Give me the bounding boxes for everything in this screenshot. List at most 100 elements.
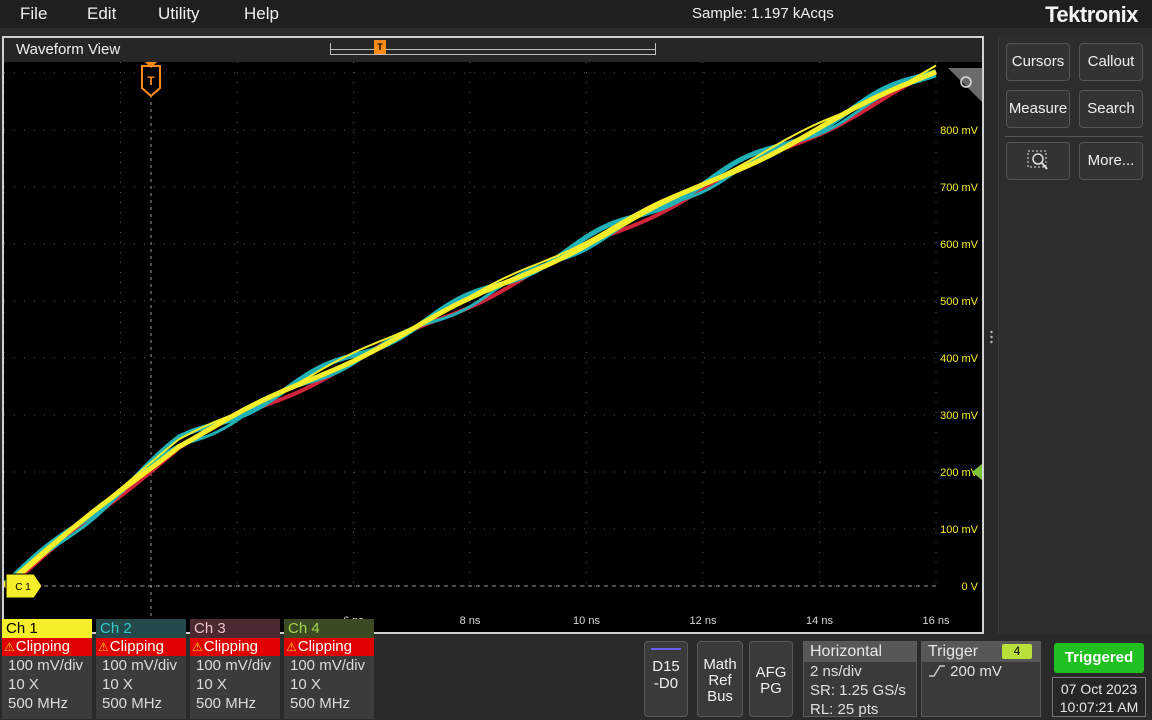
digital-label-bottom: -D0 <box>653 675 679 692</box>
channel-2-name: Ch 2 <box>96 619 186 638</box>
acquisition-status: Sample: 1.197 kAcqs <box>692 5 834 22</box>
channel-3-scale: 100 mV/div <box>196 657 272 674</box>
channel-3-probe: 10 X <box>196 676 227 693</box>
digital-indicator <box>651 648 681 650</box>
search-button[interactable]: Search <box>1079 90 1143 128</box>
channel-4-clipping: ⚠Clipping <box>284 638 374 656</box>
acquisition-state-button[interactable]: Triggered <box>1054 643 1144 673</box>
x-axis-label: 14 ns <box>806 615 833 627</box>
menu-help[interactable]: Help <box>244 4 279 24</box>
menu-file[interactable]: File <box>20 4 47 24</box>
date-label: 07 Oct 2023 <box>1060 681 1138 697</box>
brand-logo: Tektronix <box>1045 2 1138 27</box>
digital-label-top: D15 <box>652 658 680 675</box>
waveform-view[interactable]: Waveform View T T 800 mV 700 mV 600 mV 500 m… <box>2 36 984 634</box>
channel-2-badge[interactable]: Ch 2 ⚠Clipping 100 mV/div 10 X 500 MHz <box>96 619 186 719</box>
warning-icon: ⚠ <box>98 640 109 654</box>
drag-handle-icon <box>990 330 993 344</box>
side-divider <box>1005 136 1143 137</box>
channel-1-scale: 100 mV/div <box>8 657 84 674</box>
afg-pg-button[interactable]: AFG PG <box>749 641 793 717</box>
measure-button[interactable]: Measure <box>1006 90 1070 128</box>
horizontal-scale: 2 ns/div <box>810 663 862 680</box>
waveform-view-header: Waveform View T <box>4 38 982 62</box>
y-axis-label: 300 mV <box>940 410 979 422</box>
clipping-label: Clipping <box>297 638 352 655</box>
zoom-icon <box>1027 150 1048 170</box>
trigger-level-row: 200 mV <box>922 662 1040 681</box>
date-time-display[interactable]: 07 Oct 2023 10:07:21 AM <box>1052 677 1146 717</box>
waveform-view-title: Waveform View <box>16 41 121 58</box>
y-axis-label: 100 mV <box>940 524 979 536</box>
horizontal-title: Horizontal <box>804 642 916 662</box>
time-label: 10:07:21 AM <box>1059 699 1139 715</box>
channel-3-badge[interactable]: Ch 3 ⚠Clipping 100 mV/div 10 X 500 MHz <box>190 619 280 719</box>
clipping-label: Clipping <box>15 638 70 655</box>
channel-3-clipping: ⚠Clipping <box>190 638 280 656</box>
x-axis-label: 10 ns <box>573 615 600 627</box>
trigger-title: Trigger <box>928 643 979 660</box>
clipping-label: Clipping <box>203 638 258 655</box>
y-axis-label: 200 mV <box>940 467 979 479</box>
channel-2-probe: 10 X <box>102 676 133 693</box>
trigger-title-row: Trigger 4 <box>922 642 1040 662</box>
channel-4-name: Ch 4 <box>284 619 374 638</box>
trigger-level: 200 mV <box>950 663 1002 680</box>
horizontal-badge[interactable]: Horizontal 2 ns/div SR: 1.25 GS/s RL: 25… <box>803 641 917 718</box>
warning-icon: ⚠ <box>4 640 15 654</box>
callout-button[interactable]: Callout <box>1079 43 1143 81</box>
cursors-button[interactable]: Cursors <box>1006 43 1070 81</box>
channel-1-clipping: ⚠Clipping <box>2 638 92 656</box>
warning-icon: ⚠ <box>286 640 297 654</box>
sample-rate: SR: 1.25 GS/s <box>810 682 906 699</box>
trigger-marker-label: T <box>147 74 155 88</box>
bus-label: Bus <box>707 688 733 705</box>
channel-2-bandwidth: 500 MHz <box>102 695 163 712</box>
trigger-badge[interactable]: Trigger 4 200 mV <box>921 641 1041 717</box>
math-label: Math <box>703 656 737 673</box>
channel-3-name: Ch 3 <box>190 619 280 638</box>
zoom-corner-handle <box>948 68 982 102</box>
rising-edge-icon <box>929 665 945 677</box>
channel-3-bandwidth: 500 MHz <box>196 695 257 712</box>
y-axis-label: 500 mV <box>940 296 979 308</box>
channel-2-scale: 100 mV/div <box>102 657 178 674</box>
ref-label: Ref <box>708 672 732 689</box>
channel-2-clipping: ⚠Clipping <box>96 638 186 656</box>
zoom-button[interactable] <box>1006 142 1070 180</box>
afg-label: AFG <box>755 664 787 681</box>
channel-4-badge[interactable]: Ch 4 ⚠Clipping 100 mV/div 10 X 500 MHz <box>284 619 374 719</box>
y-axis-label: 400 mV <box>940 353 979 365</box>
x-axis-label: 16 ns <box>923 615 950 627</box>
waveform-plot[interactable]: T 800 mV 700 mV 600 mV 500 mV 400 mV 300 mV 200… <box>4 62 982 634</box>
channel-4-scale: 100 mV/div <box>290 657 366 674</box>
y-axis-label: 800 mV <box>940 125 979 137</box>
math-ref-bus-button[interactable]: Math Ref Bus <box>697 641 743 717</box>
channel-1-bandwidth: 500 MHz <box>8 695 69 712</box>
channel-1-badge[interactable]: Ch 1 ⚠Clipping 100 mV/div 10 X 500 MHz <box>2 619 92 719</box>
menu-bar: File Edit Utility Help Sample: 1.197 kAc… <box>0 0 1152 28</box>
channel-3-trace <box>4 69 937 588</box>
channel-1-marker-label: C 1 <box>15 582 31 593</box>
x-axis-label: 12 ns <box>690 615 717 627</box>
channel-2-trace <box>4 69 937 586</box>
digital-channels-button[interactable]: D15 -D0 <box>644 641 688 717</box>
trigger-source-badge: 4 <box>1002 644 1032 659</box>
channel-4-probe: 10 X <box>290 676 321 693</box>
x-axis-label: 8 ns <box>460 615 481 627</box>
side-button-panel: Cursors Callout Measure Search More... <box>998 36 1152 634</box>
y-axis-label: 600 mV <box>940 239 979 251</box>
channel-1-trace <box>4 69 937 589</box>
channel-4-bandwidth: 500 MHz <box>290 695 351 712</box>
menu-utility[interactable]: Utility <box>158 4 200 24</box>
menu-edit[interactable]: Edit <box>87 4 116 24</box>
panel-resize-handle[interactable] <box>990 330 993 344</box>
record-trigger-marker: T <box>374 40 386 54</box>
more-button[interactable]: More... <box>1079 142 1143 180</box>
warning-icon: ⚠ <box>192 640 203 654</box>
channel-1-name: Ch 1 <box>2 619 92 638</box>
channel-1-probe: 10 X <box>8 676 39 693</box>
y-axis-label: 700 mV <box>940 182 979 194</box>
pg-label: PG <box>760 680 782 697</box>
clipping-label: Clipping <box>109 638 164 655</box>
